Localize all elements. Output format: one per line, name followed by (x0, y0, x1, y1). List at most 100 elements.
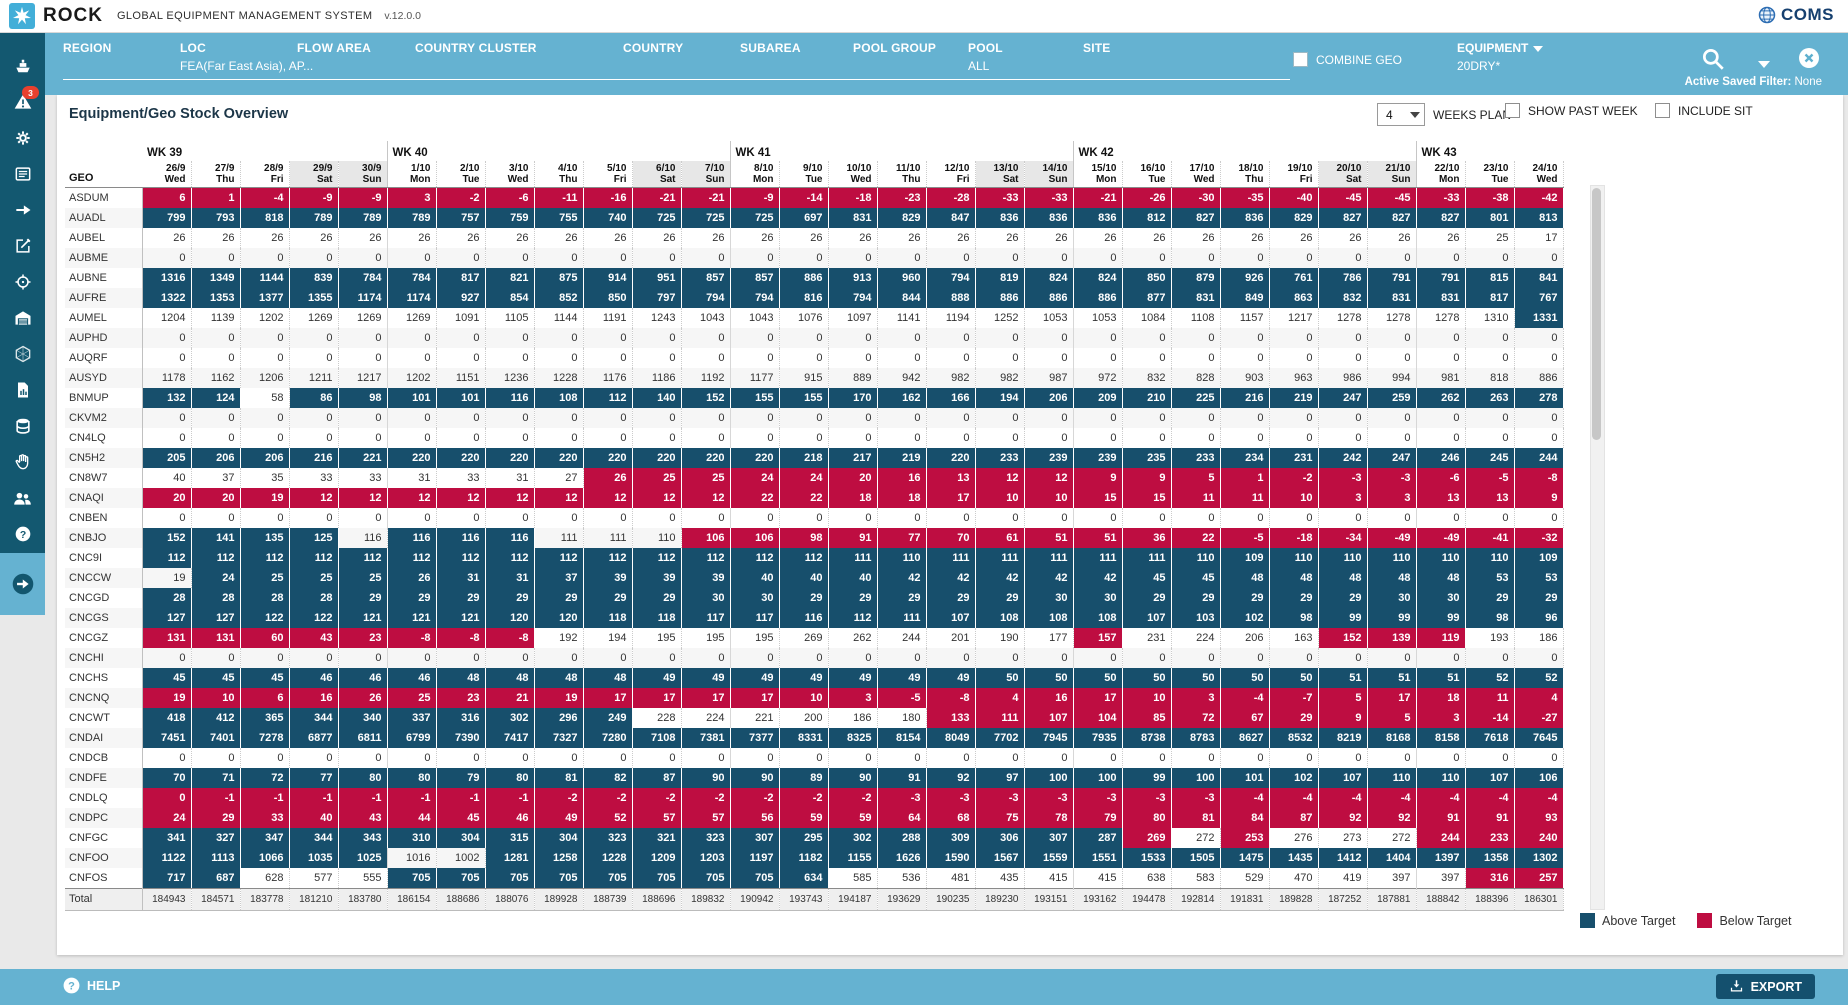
table-cell: 927 (436, 288, 485, 308)
table-cell: 0 (485, 328, 534, 348)
table-cell: 233 (1465, 828, 1514, 848)
sidebar-item-users[interactable] (0, 480, 45, 516)
table-cell: 19 (142, 568, 191, 588)
sidebar-item-alerts[interactable]: 3 (0, 84, 45, 120)
table-cell: 29 (485, 588, 534, 608)
table-cell: 217 (828, 448, 877, 468)
sidebar-item-network[interactable] (0, 336, 45, 372)
sidebar-item-edit[interactable] (0, 228, 45, 264)
table-cell: 0 (387, 348, 436, 368)
sidebar-item-hold[interactable] (0, 444, 45, 480)
table-cell: 118 (632, 608, 681, 628)
total-cell: 186154 (387, 889, 436, 911)
table-cell: 9 (1122, 468, 1171, 488)
sidebar-item-database[interactable] (0, 408, 45, 444)
table-cell: 108 (975, 608, 1024, 628)
table-cell: 29 (1269, 588, 1318, 608)
date-column-header: 15/10Mon (1073, 161, 1122, 188)
page-title: Equipment/Geo Stock Overview (69, 106, 288, 122)
table-cell: 0 (1171, 648, 1220, 668)
sidebar-item-settings[interactable] (0, 120, 45, 156)
include-sit-checkbox[interactable] (1655, 103, 1670, 118)
table-cell: 0 (1465, 408, 1514, 428)
table-cell: 45 (191, 668, 240, 688)
form-icon (13, 164, 33, 184)
sidebar-item-warehouse[interactable] (0, 300, 45, 336)
table-cell: 789 (289, 208, 338, 228)
combine-geo-checkbox[interactable] (1293, 52, 1308, 67)
geo-cell: AUSYD (65, 368, 142, 388)
clear-filter-button[interactable] (1797, 46, 1821, 75)
table-cell: -4 (1416, 788, 1465, 808)
equipment-dropdown[interactable]: EQUIPMENT (1457, 41, 1543, 55)
sidebar-item-flow[interactable] (0, 192, 45, 228)
table-cell: 11 (1171, 488, 1220, 508)
table-cell: 0 (583, 348, 632, 368)
search-options-dropdown[interactable] (1753, 56, 1770, 74)
table-cell: 0 (1367, 428, 1416, 448)
table-cell: 257 (1514, 868, 1563, 889)
sidebar-item-report[interactable] (0, 372, 45, 408)
geo-cell: CNDFE (65, 768, 142, 788)
sidebar-item-form[interactable] (0, 156, 45, 192)
table-cell: 0 (1171, 348, 1220, 368)
table-cell: 15 (1073, 488, 1122, 508)
table-cell: 12 (681, 488, 730, 508)
table-cell: 82 (583, 768, 632, 788)
table-cell: -8 (436, 628, 485, 648)
table-cell: -3 (1024, 788, 1073, 808)
scrollbar-thumb[interactable] (1592, 188, 1601, 440)
help-button[interactable]: ? HELP (62, 976, 120, 995)
table-cell: 0 (975, 248, 1024, 268)
vertical-scrollbar[interactable] (1590, 185, 1605, 910)
table-cell: 1097 (828, 308, 877, 328)
table-cell: 0 (1220, 748, 1269, 768)
table-cell: 0 (1416, 648, 1465, 668)
table-cell: 1349 (191, 268, 240, 288)
sidebar-item-help[interactable]: ? (0, 516, 45, 552)
table-cell: 112 (632, 548, 681, 568)
filter-value-loc[interactable]: FEA(Far East Asia), AP... (180, 59, 313, 73)
search-button[interactable] (1700, 46, 1726, 77)
table-cell: 0 (534, 648, 583, 668)
total-cell: 189230 (975, 889, 1024, 911)
date-column-header: 1/10Mon (387, 161, 436, 188)
table-cell: 0 (191, 648, 240, 668)
table-cell: 1322 (142, 288, 191, 308)
table-cell: 96 (1514, 608, 1563, 628)
table-cell: 687 (191, 868, 240, 889)
table-cell: 240 (1514, 828, 1563, 848)
table-cell: -9 (730, 188, 779, 209)
table-cell: 1269 (289, 308, 338, 328)
table-cell: 122 (289, 608, 338, 628)
table-cell: 0 (975, 648, 1024, 668)
table-cell: 0 (191, 428, 240, 448)
weeks-plan-select[interactable]: 4 (1377, 103, 1425, 126)
geo-cell: AUMEL (65, 308, 142, 328)
sidebar-item-active[interactable] (0, 553, 45, 615)
table-cell: 25 (338, 568, 387, 588)
table-cell: 0 (1514, 648, 1563, 668)
rock-logo[interactable] (9, 3, 35, 29)
table-cell: 1278 (1416, 308, 1465, 328)
table-cell: 18 (877, 488, 926, 508)
geo-cell: AUPHD (65, 328, 142, 348)
table-cell: 112 (338, 548, 387, 568)
table-cell: 0 (240, 348, 289, 368)
export-button[interactable]: EXPORT (1716, 974, 1815, 999)
table-cell: 110 (1367, 768, 1416, 788)
sidebar-nav: 3 (0, 32, 45, 553)
filter-value-pool[interactable]: ALL (968, 59, 989, 73)
sidebar-item-target[interactable] (0, 264, 45, 300)
week-group-header: WK 39 (142, 141, 387, 161)
table-cell: 42 (1024, 568, 1073, 588)
table-cell: 1590 (926, 848, 975, 868)
legend-above: Above Target (1580, 913, 1675, 928)
table-cell: 50 (1220, 668, 1269, 688)
table-cell: 9 (1073, 468, 1122, 488)
sidebar-item-vessel[interactable] (0, 48, 45, 84)
table-cell: 12 (387, 488, 436, 508)
show-past-week-checkbox[interactable] (1505, 103, 1520, 118)
table-cell: 0 (681, 428, 730, 448)
table-cell: 195 (681, 628, 730, 648)
